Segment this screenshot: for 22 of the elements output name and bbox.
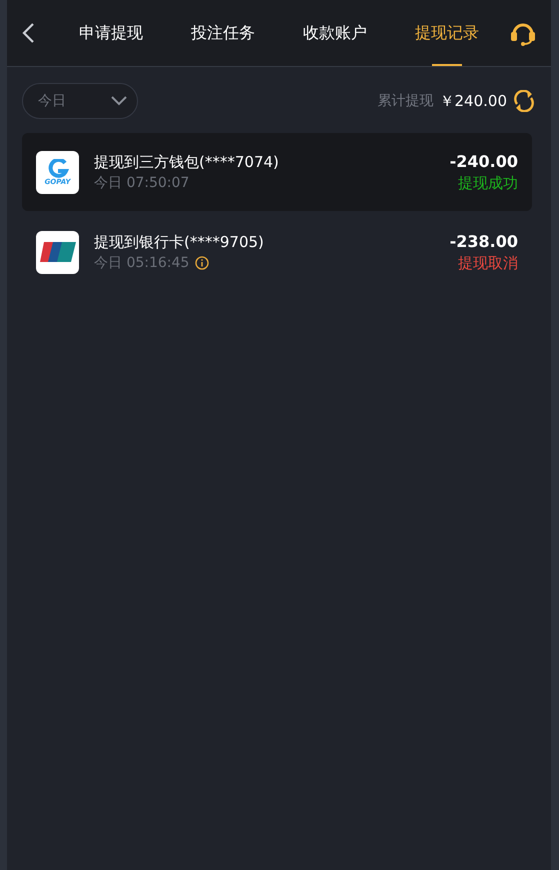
record-status: 提现取消 xyxy=(458,254,518,272)
record-status: 提现成功 xyxy=(458,174,518,192)
record-time: 今日 05:16:45 xyxy=(94,254,190,272)
refresh-icon[interactable] xyxy=(513,90,535,112)
total-label: 累计提现 xyxy=(378,92,434,110)
info-icon[interactable] xyxy=(195,256,210,270)
bank-card-logo xyxy=(36,230,79,274)
record-row[interactable]: 提现到银行卡(****9705) 今日 05:16:45 -238.00 提现取消 xyxy=(22,213,532,291)
date-select[interactable]: 今日 xyxy=(22,83,138,119)
record-amount: -238.00 xyxy=(450,232,518,250)
g-letter-icon xyxy=(46,158,68,178)
tab[interactable]: 投注任务 xyxy=(191,0,255,66)
back-button[interactable] xyxy=(21,22,35,44)
chevron-down-icon xyxy=(111,96,127,106)
total-amount: ￥240.00 xyxy=(440,92,507,110)
tab[interactable]: 提现记录 xyxy=(415,0,479,66)
record-title: 提现到银行卡(****9705) xyxy=(94,232,265,252)
tab[interactable]: 收款账户 xyxy=(303,0,367,66)
tab[interactable]: 申请提现 xyxy=(79,0,143,66)
record-title: 提现到三方钱包(****7074) xyxy=(94,152,280,172)
record-time: 今日 07:50:07 xyxy=(94,174,190,192)
record-amount: -240.00 xyxy=(450,152,518,170)
